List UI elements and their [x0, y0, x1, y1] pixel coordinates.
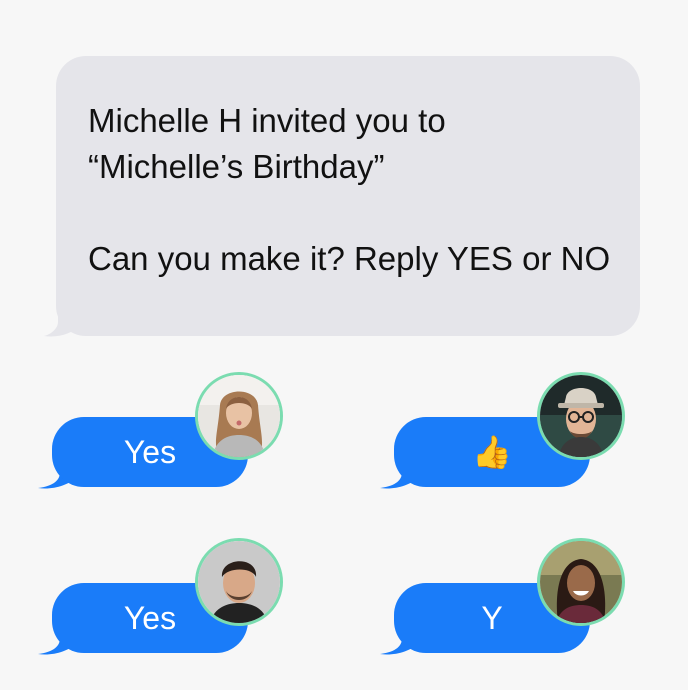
- reply-message[interactable]: Yes: [38, 538, 292, 655]
- reply-message[interactable]: Yes: [38, 372, 292, 489]
- invite-bubble-tail: [44, 298, 82, 337]
- invite-line-1: Michelle H invited you to: [88, 102, 446, 139]
- invite-text: Michelle H invited you to “Michelle’s Bi…: [88, 98, 628, 282]
- man-with-hat-glasses-avatar[interactable]: [537, 372, 625, 460]
- reply-message[interactable]: Y: [380, 538, 634, 655]
- invite-line-2: “Michelle’s Birthday”: [88, 148, 385, 185]
- woman-blowing-kiss-avatar[interactable]: [195, 372, 283, 460]
- man-dark-hair-avatar[interactable]: [195, 538, 283, 626]
- woman-smiling-avatar[interactable]: [537, 538, 625, 626]
- reply-message[interactable]: 👍: [380, 372, 634, 489]
- invite-bubble: Michelle H invited you to “Michelle’s Bi…: [56, 56, 640, 336]
- invite-line-3: Can you make it? Reply YES or NO: [88, 240, 611, 277]
